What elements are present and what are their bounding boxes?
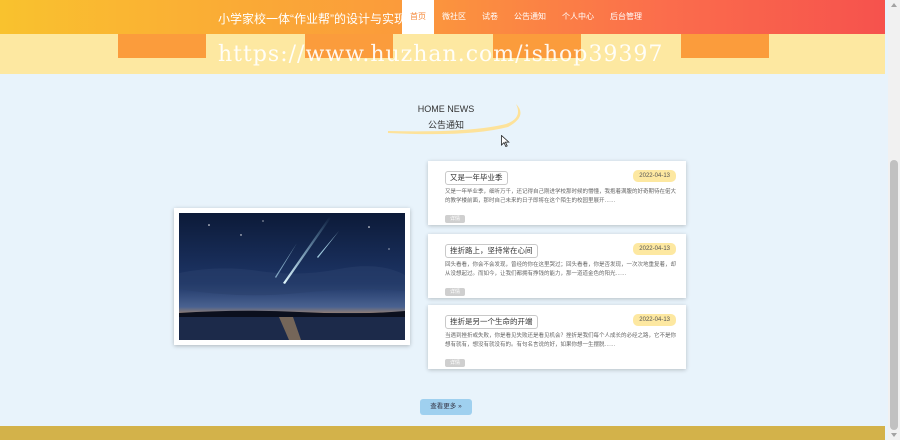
footer-band [0, 426, 885, 440]
news-date-badge: 2022-04-13 [633, 314, 676, 326]
news-detail-button[interactable]: 详情 [445, 215, 465, 223]
scrollbar-thumb[interactable] [890, 160, 898, 430]
news-summary: 又是一年毕业季，细听万千，还记得自己刚进学校那时候的懵懂，我抱着满腹的好奇期待在… [445, 189, 677, 204]
section-title-cn: 公告通知 [427, 120, 464, 130]
top-navbar: 小学家校一体“作业帮”的设计与实现 首页 微社区 试卷 公告通知 个人中心 后台… [0, 0, 885, 34]
banner-block [118, 34, 206, 58]
news-summary: 回头看看，你会不会发现，曾经的你在这里哭过；回头看看，你是否发现，一次次地重复着… [445, 262, 677, 277]
page-scrollbar[interactable] [888, 0, 900, 440]
news-title[interactable]: 挫折路上，坚持常在心间 [445, 244, 538, 258]
scroll-down-arrow-icon[interactable] [891, 433, 897, 437]
news-card[interactable]: 挫折是另一个生命的开端 2022-04-13 当遇到挫折或失败，你是看见失败还是… [428, 305, 686, 369]
news-featured-image[interactable] [174, 208, 410, 345]
news-card[interactable]: 又是一年毕业季 2022-04-13 又是一年毕业季，细听万千，还记得自己刚进学… [428, 161, 686, 225]
nav-home[interactable]: 首页 [402, 0, 434, 34]
site-title[interactable]: 小学家校一体“作业帮”的设计与实现 [218, 10, 406, 27]
banner-block [681, 34, 769, 58]
section-title-en: HOME NEWS [417, 104, 475, 114]
nav-announcements[interactable]: 公告通知 [506, 0, 554, 34]
news-summary: 当遇到挫折或失败，你是看见失败还是看见机会？挫折是我们每个人成长的必经之路，它不… [445, 333, 677, 348]
news-detail-button[interactable]: 详情 [445, 288, 465, 296]
main-nav: 首页 微社区 试卷 公告通知 个人中心 后台管理 [402, 0, 650, 34]
nav-community[interactable]: 微社区 [434, 0, 474, 34]
scroll-up-arrow-icon[interactable] [891, 3, 897, 7]
section-heading: HOME NEWS 公告通知 [380, 100, 530, 140]
nav-exams[interactable]: 试卷 [474, 0, 506, 34]
watermark-text: https://www.huzhan.com/ishop39397 [218, 42, 664, 67]
news-detail-button[interactable]: 详情 [445, 359, 465, 367]
view-more-button[interactable]: 查看更多 » [420, 399, 472, 415]
news-title[interactable]: 又是一年毕业季 [445, 171, 508, 185]
news-date-badge: 2022-04-13 [633, 243, 676, 255]
news-card[interactable]: 挫折路上，坚持常在心间 2022-04-13 回头看看，你会不会发现，曾经的你在… [428, 234, 686, 298]
news-title[interactable]: 挫折是另一个生命的开端 [445, 315, 538, 329]
nav-personal-center[interactable]: 个人中心 [554, 0, 602, 34]
mouse-cursor-icon [501, 135, 510, 147]
nav-admin[interactable]: 后台管理 [602, 0, 650, 34]
night-sky-image [179, 213, 405, 340]
news-date-badge: 2022-04-13 [633, 170, 676, 182]
